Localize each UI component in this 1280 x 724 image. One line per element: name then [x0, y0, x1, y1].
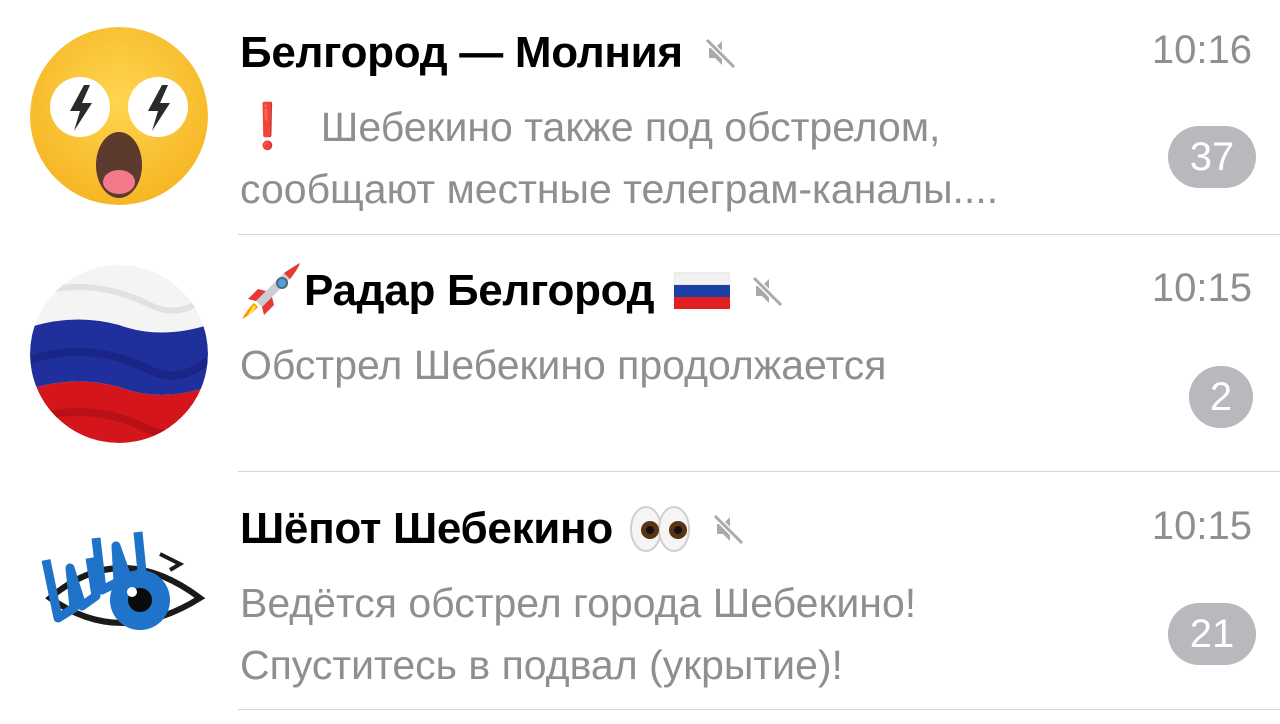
chat-title-text: Радар Белгород — [304, 266, 655, 315]
muted-speaker-icon — [750, 273, 786, 309]
chat-title-text: Белгород — Молния — [240, 28, 683, 77]
eyes-icon — [629, 504, 691, 554]
chat-list: Белгород — Молния 10:16 ❗ Шебекино также … — [0, 0, 1280, 724]
preview-line-1: ❗ Шебекино также под обстрелом, — [240, 102, 941, 151]
preview-line-2: Спуститесь в подвал (укрытие)! — [240, 642, 843, 688]
shocked-face-avatar — [30, 27, 208, 205]
divider — [238, 471, 1280, 472]
muted-speaker-icon — [703, 35, 739, 71]
chat-title: Радар Белгород — [240, 263, 786, 319]
chat-time: 10:16 — [1151, 28, 1252, 72]
chat-row-radar-belgorod[interactable]: Радар Белгород 10:15 Обстрел Шебекино пр… — [0, 238, 1280, 476]
russian-flag-avatar — [30, 265, 208, 443]
unread-badge: 37 — [1168, 126, 1256, 188]
rocket-icon — [240, 261, 304, 321]
unread-badge: 2 — [1189, 366, 1253, 428]
chat-preview: Обстрел Шебекино продолжается — [240, 334, 1140, 396]
unread-badge: 21 — [1168, 603, 1256, 665]
divider — [238, 234, 1280, 235]
russia-flag-icon — [674, 271, 731, 311]
chat-row-shepot-shebekino[interactable]: Шёпот Шебекино 10:15 Ведётся обстрел гор… — [0, 476, 1280, 714]
chat-row-belgorod-molniya[interactable]: Белгород — Молния 10:16 ❗ Шебекино также … — [0, 0, 1280, 238]
chat-time: 10:15 — [1151, 266, 1252, 310]
chat-preview: ❗ Шебекино также под обстрелом, сообщают … — [240, 96, 1140, 220]
avatar — [30, 27, 208, 205]
preview-line-1: Обстрел Шебекино продолжается — [240, 342, 887, 388]
preview-line-2: сообщают местные телеграм-каналы.... — [240, 166, 999, 212]
divider — [238, 709, 1280, 710]
avatar — [30, 498, 208, 676]
shsh-eye-logo-avatar — [41, 531, 206, 630]
preview-line-1: Ведётся обстрел города Шебекино! — [240, 580, 917, 626]
chat-preview: Ведётся обстрел города Шебекино! Спустит… — [240, 572, 1140, 696]
chat-title: Белгород — Молния — [240, 25, 739, 81]
chat-time: 10:15 — [1151, 504, 1252, 548]
avatar — [30, 265, 208, 443]
exclamation-icon: ❗ — [240, 102, 295, 151]
chat-title: Шёпот Шебекино — [240, 501, 747, 557]
chat-title-text: Шёпот Шебекино — [240, 504, 613, 553]
muted-speaker-icon — [711, 511, 747, 547]
